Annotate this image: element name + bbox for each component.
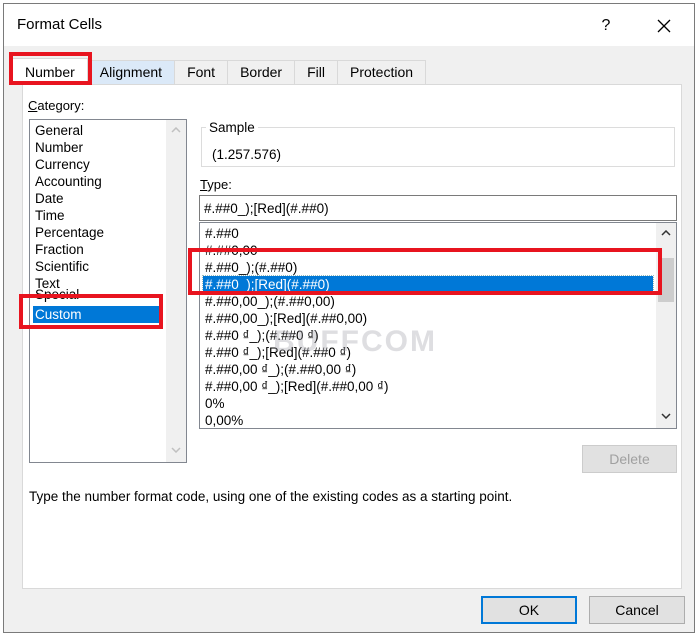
type-item[interactable]: #.##0 ₫_);(#.##0 ₫) bbox=[203, 327, 653, 344]
category-item-currency[interactable]: Currency bbox=[33, 156, 161, 173]
tab-fill[interactable]: Fill bbox=[294, 60, 338, 85]
category-item-percentage[interactable]: Percentage bbox=[33, 224, 161, 241]
type-input[interactable] bbox=[199, 195, 677, 221]
chevron-up-icon bbox=[171, 127, 181, 133]
chevron-down-icon bbox=[661, 413, 671, 419]
category-item-fraction[interactable]: Fraction bbox=[33, 241, 161, 258]
chevron-up-icon bbox=[661, 230, 671, 236]
hint-text: Type the number format code, using one o… bbox=[29, 489, 513, 504]
category-list[interactable]: General Number Currency Accounting Date … bbox=[29, 119, 187, 463]
category-item-scientific[interactable]: Scientific bbox=[33, 258, 161, 275]
category-scrollbar[interactable] bbox=[166, 120, 186, 462]
type-scrollbar[interactable] bbox=[656, 223, 676, 428]
dialog-title: Format Cells bbox=[17, 16, 103, 33]
type-list[interactable]: #.##0 #.##0,00 #.##0_);(#.##0) #.##0_);[… bbox=[199, 222, 677, 429]
tab-border[interactable]: Border bbox=[227, 60, 296, 85]
scroll-down-button[interactable] bbox=[166, 442, 186, 460]
chevron-down-icon bbox=[171, 447, 181, 453]
type-item[interactable]: #.##0,00 ₫_);[Red](#.##0,00 ₫) bbox=[203, 378, 653, 395]
category-item-special[interactable]: Special bbox=[33, 286, 161, 303]
category-item-time[interactable]: Time bbox=[33, 207, 161, 224]
help-button[interactable]: ? bbox=[594, 14, 618, 38]
category-item-accounting[interactable]: Accounting bbox=[33, 173, 161, 190]
tab-alignment[interactable]: Alignment bbox=[86, 60, 176, 85]
category-item-general[interactable]: General bbox=[33, 122, 161, 139]
tab-protection[interactable]: Protection bbox=[337, 60, 427, 85]
type-item[interactable]: 0% bbox=[203, 395, 653, 412]
delete-button[interactable]: Delete bbox=[582, 445, 677, 473]
type-item[interactable]: #.##0 ₫_);[Red](#.##0 ₫) bbox=[203, 344, 653, 361]
type-item[interactable]: #.##0,00 bbox=[203, 242, 653, 259]
tab-strip: Number Alignment Font Border Fill Protec… bbox=[12, 58, 427, 85]
format-cells-dialog: Format Cells ? Number Alignment Font Bor… bbox=[3, 3, 695, 633]
tab-font[interactable]: Font bbox=[174, 60, 229, 85]
type-item[interactable]: #.##0,00_);(#.##0,00) bbox=[203, 293, 653, 310]
scroll-thumb[interactable] bbox=[658, 258, 674, 302]
type-item[interactable]: #.##0_);(#.##0) bbox=[203, 259, 653, 276]
type-item-selected[interactable]: #.##0_);[Red](#.##0) bbox=[202, 275, 654, 294]
category-item-date[interactable]: Date bbox=[33, 190, 161, 207]
scroll-down-button[interactable] bbox=[656, 408, 676, 426]
number-tab-panel: Category: General Number Currency Accoun… bbox=[22, 84, 682, 589]
sample-value: (1.257.576) bbox=[212, 147, 282, 162]
sample-legend: Sample bbox=[206, 120, 258, 135]
type-label: Type: bbox=[200, 177, 232, 192]
title-bar: Format Cells ? bbox=[4, 4, 694, 46]
ok-button[interactable]: OK bbox=[481, 596, 577, 624]
close-icon bbox=[657, 19, 671, 33]
scroll-up-button[interactable] bbox=[656, 225, 676, 243]
cancel-button[interactable]: Cancel bbox=[589, 596, 685, 624]
type-item[interactable]: #.##0,00 ₫_);(#.##0,00 ₫) bbox=[203, 361, 653, 378]
type-item[interactable]: #.##0,00_);[Red](#.##0,00) bbox=[203, 310, 653, 327]
type-item[interactable]: 0,00% bbox=[203, 412, 653, 428]
category-item-custom[interactable]: Custom bbox=[33, 306, 161, 323]
category-item-number[interactable]: Number bbox=[33, 139, 161, 156]
close-button[interactable] bbox=[650, 12, 678, 40]
tab-number[interactable]: Number bbox=[12, 58, 88, 85]
scroll-up-button[interactable] bbox=[166, 122, 186, 140]
type-item[interactable]: #.##0 bbox=[203, 225, 653, 242]
category-label: Category: bbox=[28, 98, 85, 113]
